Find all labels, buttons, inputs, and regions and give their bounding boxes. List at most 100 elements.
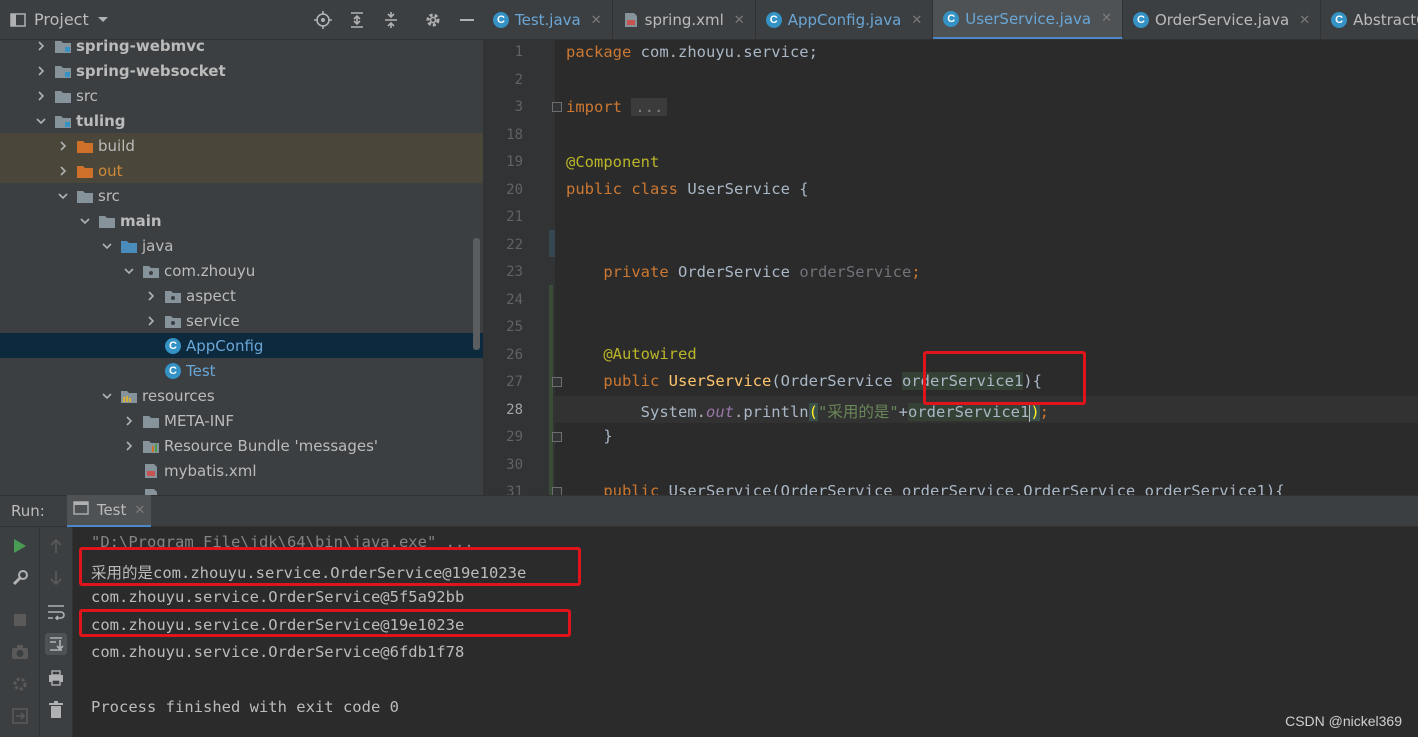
tree-item[interactable]: com.zhouyu	[0, 258, 483, 283]
tree-item[interactable]: resources	[0, 383, 483, 408]
wrench-icon[interactable]	[9, 567, 31, 589]
code-line-26: @Autowired	[603, 345, 697, 363]
tree-item[interactable]: out	[0, 158, 483, 183]
project-title[interactable]: Project	[34, 10, 89, 29]
line-number: 3	[514, 99, 523, 115]
chevron-right-icon[interactable]	[144, 289, 158, 303]
tree-item-label: out	[98, 161, 123, 180]
tree-item[interactable]: src	[0, 83, 483, 108]
soft-wrap-icon[interactable]	[45, 601, 67, 623]
editor-tab[interactable]: C AbstractClas	[1321, 0, 1418, 39]
arrow-down-icon[interactable]	[45, 567, 67, 589]
tree-item[interactable]: mybatis.xml	[0, 458, 483, 483]
fold-icon[interactable]	[552, 432, 562, 442]
tree-item[interactable]: C Test	[0, 358, 483, 383]
tree-item[interactable]: java	[0, 233, 483, 258]
line-number: 22	[506, 236, 523, 253]
tree-item-label: spring-webmvc	[76, 36, 205, 55]
chevron-right-icon[interactable]	[34, 39, 48, 53]
locate-icon[interactable]	[313, 10, 333, 30]
line-number: 31	[506, 484, 523, 495]
close-icon[interactable]: ✕	[134, 503, 145, 518]
arrow-up-icon[interactable]	[45, 535, 67, 557]
chevron-right-icon[interactable]	[144, 314, 158, 328]
chevron-right-icon[interactable]	[56, 139, 70, 153]
chevron-right-icon[interactable]	[34, 64, 48, 78]
chevron-right-icon[interactable]	[34, 89, 48, 103]
settings-icon[interactable]	[9, 673, 31, 695]
minimize-icon[interactable]	[457, 10, 477, 30]
chevron-down-icon[interactable]	[100, 239, 114, 253]
fold-icon[interactable]	[552, 487, 562, 495]
chevron-down-icon[interactable]	[122, 264, 136, 278]
tree-item[interactable]	[0, 483, 483, 495]
editor-tab[interactable]: C UserService.java ✕	[933, 0, 1123, 39]
package-icon	[164, 288, 182, 304]
tree-item[interactable]: build	[0, 133, 483, 158]
tree-item[interactable]: tuling	[0, 108, 483, 133]
tree-item[interactable]: service	[0, 308, 483, 333]
fold-icon[interactable]	[552, 377, 562, 387]
scroll-to-end-icon[interactable]	[45, 633, 67, 655]
code-editor[interactable]: 1 2 3 18 19 20 21 22 23 24 25 26 27 28 29 30 31 package …	[483, 40, 1418, 495]
stop-icon[interactable]	[9, 609, 31, 631]
close-icon[interactable]: ✕	[911, 13, 922, 28]
editor-tab[interactable]: C Test.java ✕	[483, 0, 613, 39]
package-icon	[164, 313, 182, 329]
tree-item-label: src	[76, 86, 98, 105]
trash-icon[interactable]	[45, 699, 67, 721]
close-icon[interactable]: ✕	[591, 13, 602, 28]
folder-icon	[98, 213, 116, 229]
chevron-down-icon[interactable]	[56, 189, 70, 203]
editor-tab[interactable]: spring.xml ✕	[613, 0, 756, 39]
chevron-down-icon[interactable]	[93, 10, 113, 30]
close-icon[interactable]: ✕	[1101, 11, 1112, 26]
tree-item[interactable]: C AppConfig	[0, 333, 483, 358]
chevron-right-icon[interactable]	[56, 164, 70, 178]
line-number: 30	[506, 456, 523, 473]
exit-icon[interactable]	[9, 705, 31, 727]
project-scrollbar[interactable]	[473, 238, 480, 350]
tree-item[interactable]: src	[0, 183, 483, 208]
close-icon[interactable]: ✕	[1299, 13, 1310, 28]
tree-item[interactable]: META-INF	[0, 408, 483, 433]
chevron-down-icon[interactable]	[34, 114, 48, 128]
expand-all-icon[interactable]	[347, 10, 367, 30]
chevron-down-icon[interactable]	[78, 214, 92, 228]
close-icon[interactable]: ✕	[734, 13, 745, 28]
gear-icon[interactable]	[423, 10, 443, 30]
line-number: 19	[506, 154, 523, 170]
project-panel: Project spring-webmvc spring-websocket src…	[0, 0, 483, 495]
tree-item[interactable]: Resource Bundle 'messages'	[0, 433, 483, 458]
console-line: com.zhouyu.service.OrderService@5f5a92bb	[91, 588, 465, 606]
code-line-19: @Component	[566, 153, 660, 171]
chevron-right-icon[interactable]	[122, 439, 136, 453]
line-number: 20	[506, 181, 523, 198]
folded-imports[interactable]: ...	[631, 98, 668, 116]
collapse-all-icon[interactable]	[381, 10, 401, 30]
console-output[interactable]: "D:\Program File\jdk\64\bin\java.exe" ..…	[73, 527, 1418, 737]
chevron-down-icon[interactable]	[100, 389, 114, 403]
editor-tab[interactable]: C OrderService.java ✕	[1123, 0, 1322, 39]
editor-tabs: C Test.java ✕ spring.xml ✕ C AppConfig.java ✕ C U…	[483, 0, 1418, 40]
run-label: Run:	[11, 502, 45, 520]
run-tab-test[interactable]: Test ✕	[66, 495, 152, 527]
rerun-icon[interactable]	[9, 535, 31, 557]
camera-icon[interactable]	[9, 641, 31, 663]
module-folder-icon	[54, 38, 72, 54]
xml-file-icon	[142, 463, 160, 479]
print-icon[interactable]	[45, 667, 67, 689]
tree-item[interactable]: main	[0, 208, 483, 233]
tree-item[interactable]: spring-websocket	[0, 58, 483, 83]
fold-icon[interactable]	[552, 102, 562, 112]
chevron-right-icon[interactable]	[122, 414, 136, 428]
source-folder-icon	[120, 238, 138, 254]
code-line-23: private OrderService orderService;	[603, 263, 921, 281]
module-folder-icon	[54, 63, 72, 79]
tree-item[interactable]: aspect	[0, 283, 483, 308]
tree-item[interactable]: spring-webmvc	[0, 33, 483, 58]
class-icon: C	[943, 10, 960, 27]
code-line-27: public UserService(OrderService orderSer…	[603, 372, 1042, 390]
editor-tab[interactable]: C AppConfig.java ✕	[756, 0, 934, 39]
project-view-icon[interactable]	[8, 10, 28, 30]
